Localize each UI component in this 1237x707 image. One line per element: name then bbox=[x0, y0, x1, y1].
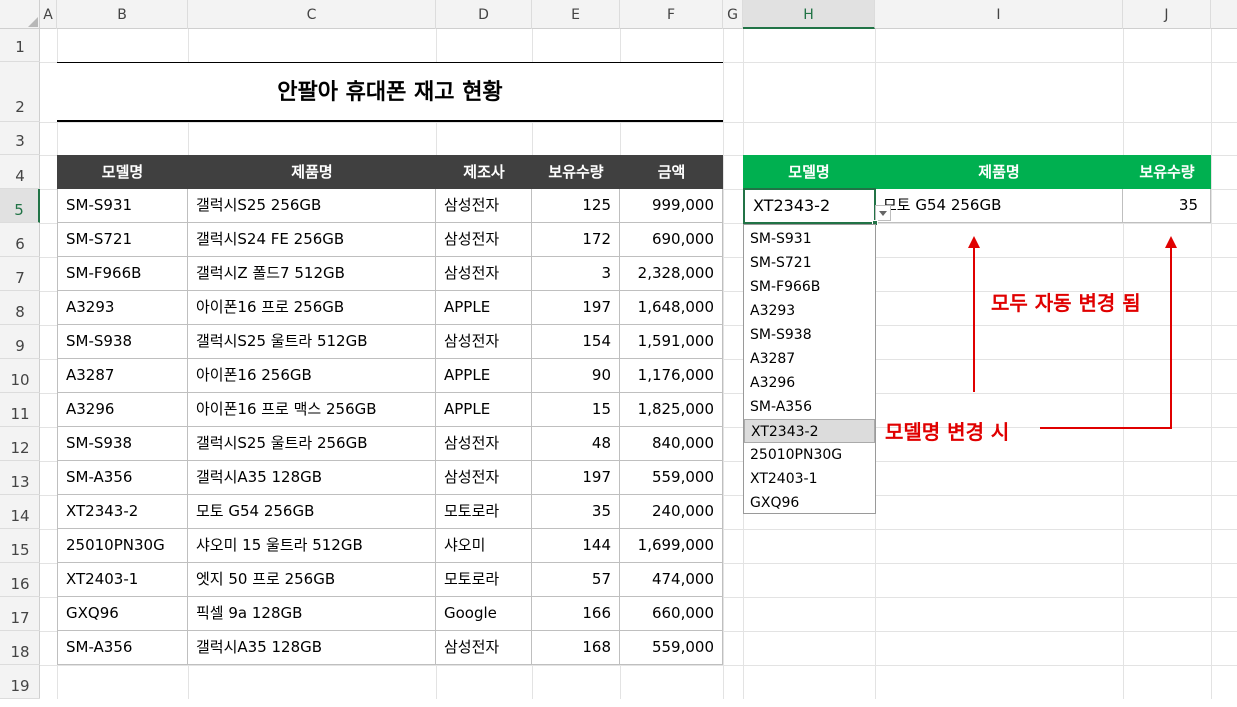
arrow-to-qty-head bbox=[1165, 236, 1177, 248]
arrow-to-product-head bbox=[968, 236, 980, 248]
annotation-arrows bbox=[968, 236, 1177, 429]
annotation-on-change: 모델명 변경 시 bbox=[885, 420, 1010, 444]
annotation-auto-change: 모두 자동 변경 됨 bbox=[991, 291, 1141, 315]
arrow-to-qty-line bbox=[1040, 246, 1172, 429]
